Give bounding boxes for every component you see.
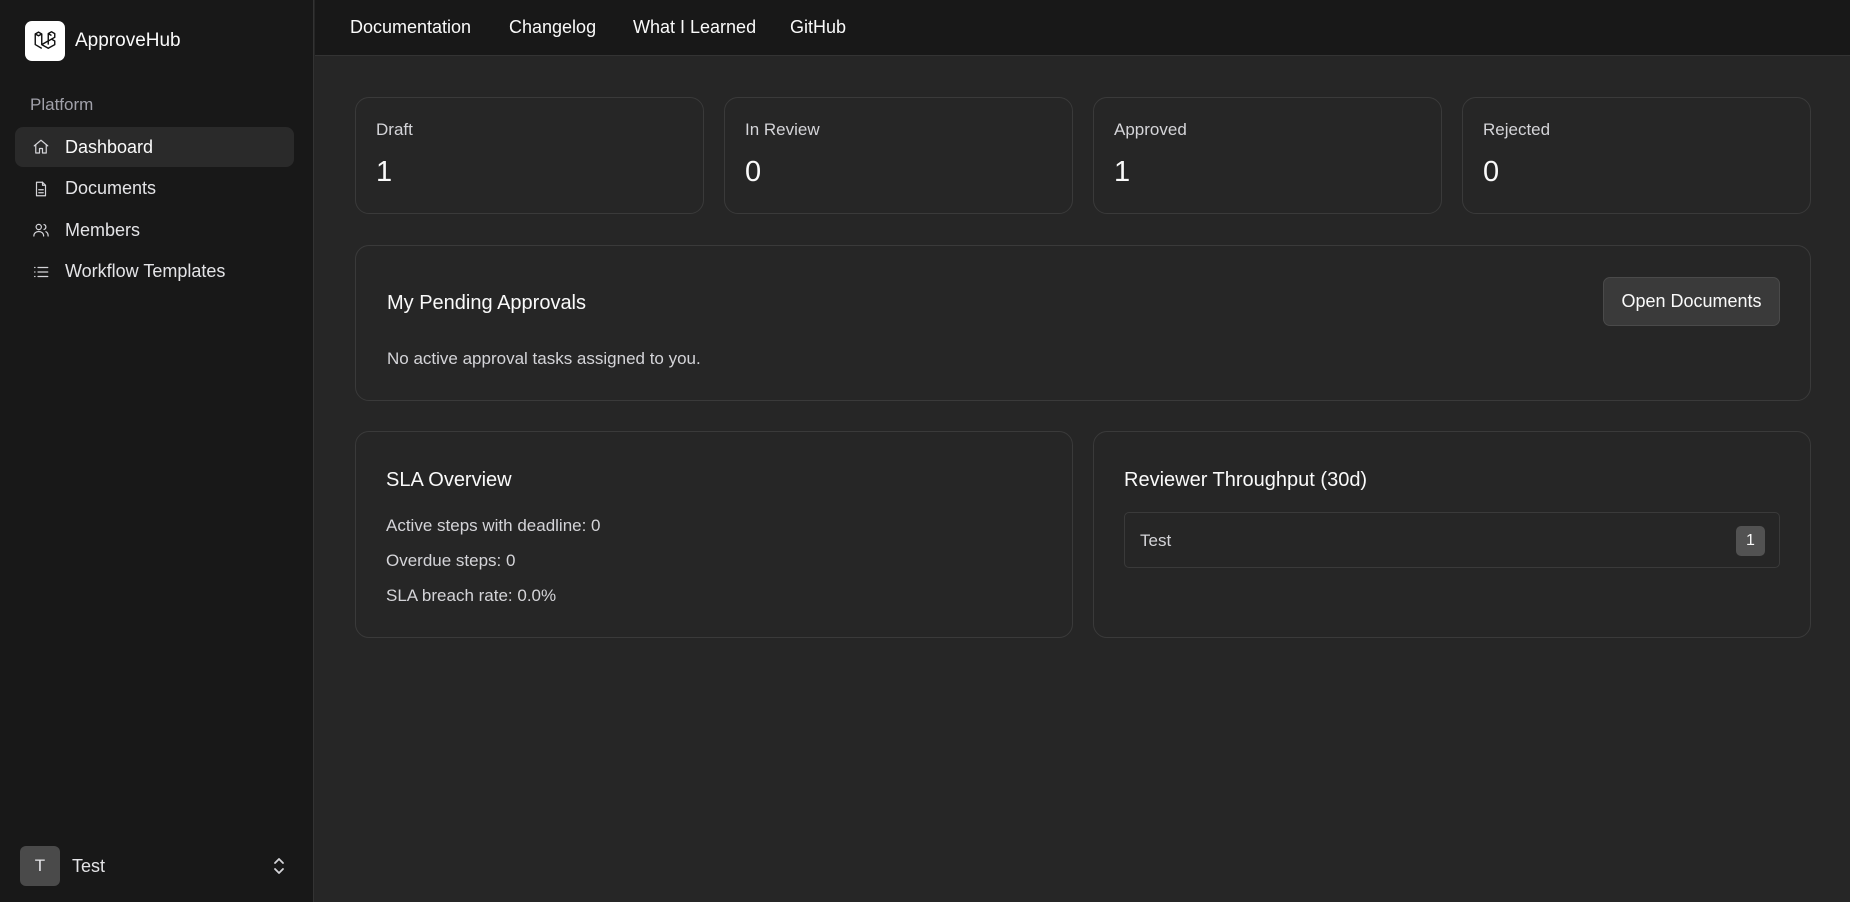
sla-breach-rate: SLA breach rate: 0.0%	[386, 586, 557, 605]
nav-link-github[interactable]: GitHub	[790, 17, 846, 38]
stat-value: 1	[376, 156, 393, 188]
nav-section-label: Platform	[30, 95, 94, 114]
stat-card-approved: Approved 1	[1093, 97, 1442, 214]
nav-link-changelog[interactable]: Changelog	[509, 17, 596, 38]
reviewer-throughput-title: Reviewer Throughput (30d)	[1124, 469, 1368, 491]
laravel-logo-icon	[25, 21, 65, 61]
user-menu[interactable]: T Test	[20, 845, 288, 887]
pending-empty-text: No active approval tasks assigned to you…	[387, 349, 701, 368]
count-badge: 1	[1736, 526, 1765, 556]
sidebar-item-label: Members	[65, 219, 141, 240]
sidebar: ApproveHub Platform Dashboard Documents …	[0, 0, 314, 902]
stat-label: In Review	[745, 120, 820, 139]
sidebar-item-label: Workflow Templates	[65, 261, 226, 281]
sidebar-item-dashboard[interactable]: Dashboard	[15, 127, 294, 167]
document-icon	[32, 180, 50, 198]
list-item: Test 1	[1124, 512, 1780, 568]
home-icon	[32, 138, 50, 156]
stat-card-rejected: Rejected 0	[1462, 97, 1811, 214]
sidebar-item-documents[interactable]: Documents	[15, 169, 294, 209]
stat-label: Approved	[1114, 120, 1187, 139]
sidebar-item-workflow-templates[interactable]: Workflow Templates	[15, 252, 294, 292]
stat-value: 0	[1483, 156, 1500, 188]
sidebar-nav: Dashboard Documents Members Workflow Tem…	[15, 127, 294, 293]
avatar: T	[20, 846, 60, 886]
brand[interactable]: ApproveHub	[25, 21, 181, 61]
stat-value: 0	[745, 156, 762, 188]
users-icon	[32, 221, 50, 239]
reviewer-throughput-card: Reviewer Throughput (30d) Test 1	[1093, 431, 1811, 638]
list-icon	[32, 263, 50, 281]
sla-overview-card: SLA Overview Active steps with deadline:…	[355, 431, 1073, 638]
nav-link-documentation[interactable]: Documentation	[350, 17, 471, 38]
sidebar-item-label: Dashboard	[65, 136, 154, 157]
sidebar-item-label: Documents	[65, 178, 157, 198]
chevrons-up-down-icon	[270, 856, 288, 876]
stat-label: Rejected	[1483, 120, 1551, 139]
pending-approvals-card: My Pending Approvals No active approval …	[355, 245, 1811, 401]
top-nav: Documentation Changelog What I Learned G…	[315, 0, 1850, 56]
user-name: Test	[72, 855, 106, 876]
sla-active-steps: Active steps with deadline: 0	[386, 516, 601, 535]
sla-overdue-steps: Overdue steps: 0	[386, 551, 516, 570]
stat-card-draft: Draft 1	[355, 97, 704, 214]
sla-overview-title: SLA Overview	[386, 469, 512, 491]
app-name: ApproveHub	[75, 30, 181, 51]
pending-approvals-title: My Pending Approvals	[387, 292, 587, 314]
sidebar-item-members[interactable]: Members	[15, 210, 294, 250]
stat-label: Draft	[376, 120, 413, 139]
reviewer-name: Test	[1140, 531, 1172, 550]
stat-value: 1	[1114, 156, 1131, 188]
nav-link-what-i-learned[interactable]: What I Learned	[633, 17, 756, 38]
stat-card-in-review: In Review 0	[724, 97, 1073, 214]
open-documents-button[interactable]: Open Documents	[1603, 277, 1780, 326]
